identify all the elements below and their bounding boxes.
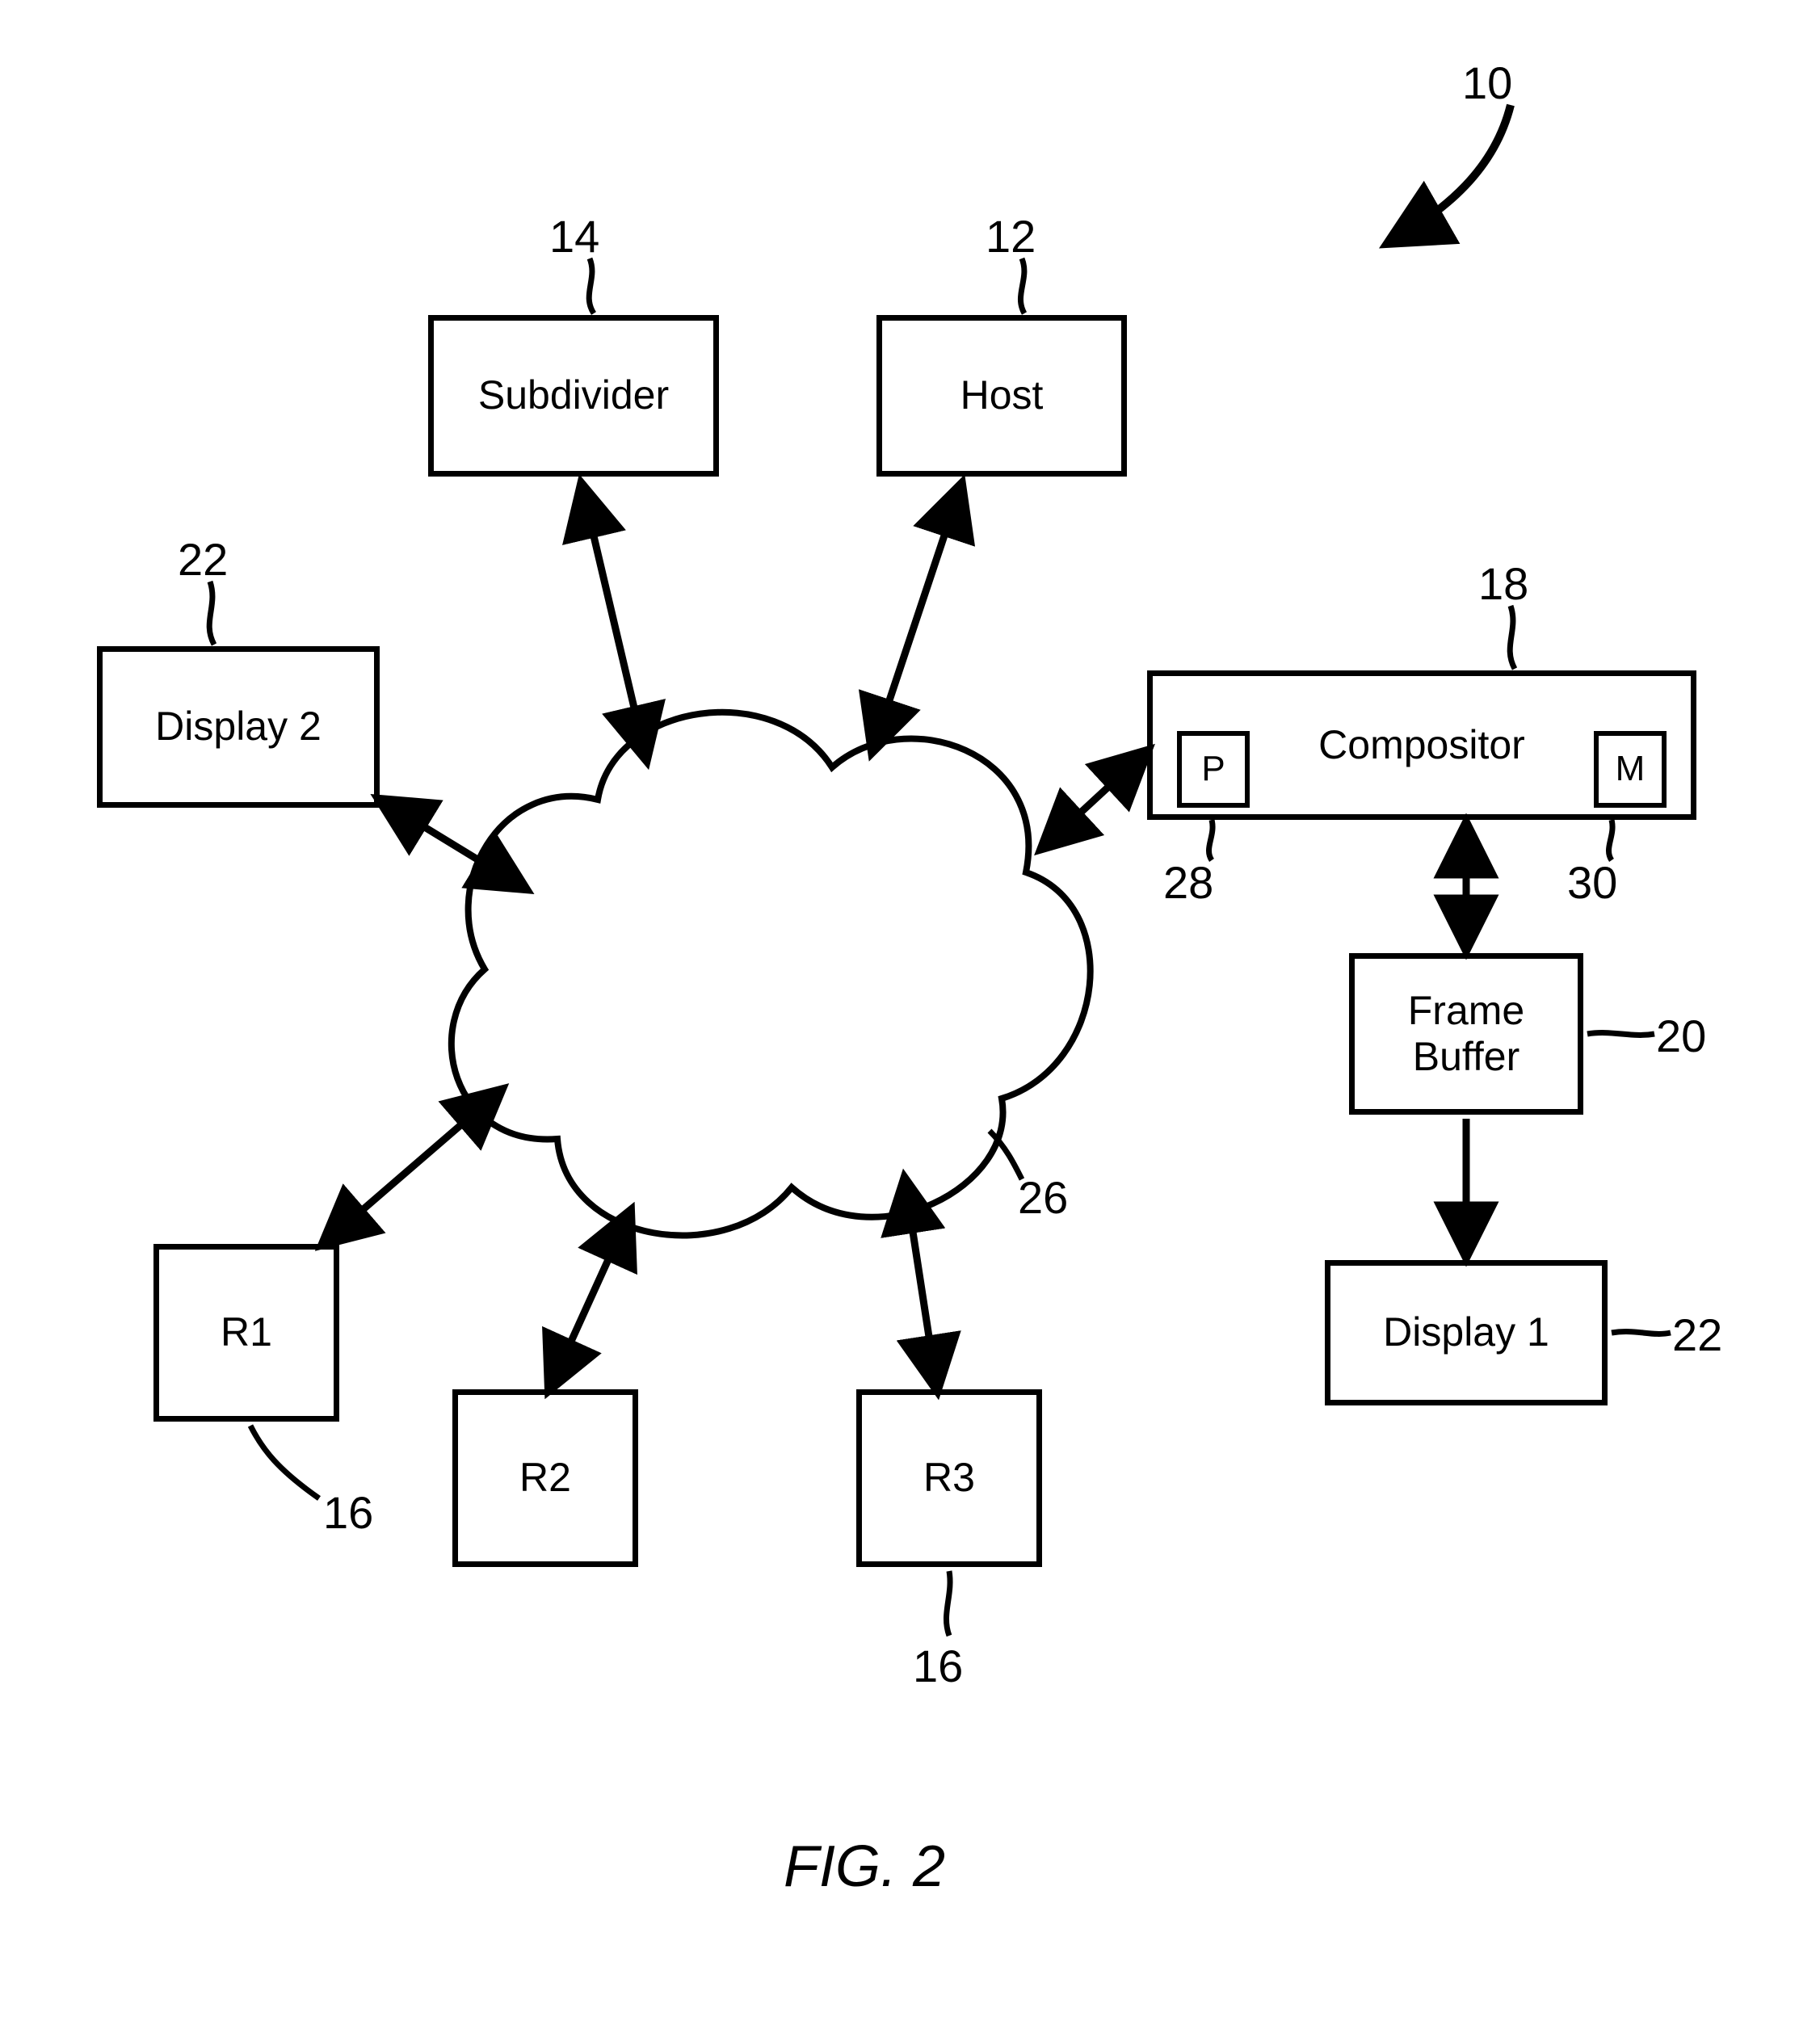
node-display1: Display 1 xyxy=(1325,1260,1608,1405)
leader-22b xyxy=(1612,1332,1671,1334)
leader-20 xyxy=(1587,1033,1654,1036)
arrow-display2-cloud xyxy=(380,800,525,889)
compositor-p: P xyxy=(1177,731,1250,808)
subdivider-label: Subdivider xyxy=(478,372,669,419)
leader-26 xyxy=(990,1131,1022,1179)
ref-compositor-p: 28 xyxy=(1163,856,1213,909)
node-display2: Display 2 xyxy=(97,646,380,808)
leader-16a xyxy=(250,1426,319,1498)
r2-label: R2 xyxy=(519,1455,571,1502)
display1-label: Display 1 xyxy=(1383,1309,1549,1356)
ref-compositor-m: 30 xyxy=(1567,856,1617,909)
ref-compositor: 18 xyxy=(1478,557,1528,610)
compositor-p-label: P xyxy=(1201,749,1225,790)
compositor-label: Compositor xyxy=(1318,722,1525,769)
leader-22a xyxy=(209,582,214,645)
leader-12 xyxy=(1020,258,1024,313)
node-host: Host xyxy=(876,315,1127,477)
ref-display1: 22 xyxy=(1672,1309,1722,1361)
ref-r1: 16 xyxy=(323,1486,373,1539)
compositor-m: M xyxy=(1594,731,1667,808)
leader-18 xyxy=(1510,606,1515,669)
ref-framebuf: 20 xyxy=(1656,1010,1706,1062)
ref-r3: 16 xyxy=(913,1640,963,1692)
compositor-m-label: M xyxy=(1616,749,1646,790)
r3-label: R3 xyxy=(923,1455,975,1502)
leader-16b xyxy=(946,1571,950,1636)
node-subdivider: Subdivider xyxy=(428,315,719,477)
framebuf-label: Frame Buffer xyxy=(1408,988,1524,1081)
display2-label: Display 2 xyxy=(155,704,322,750)
leader-14 xyxy=(589,258,594,313)
arrow-r3-cloud xyxy=(905,1179,937,1389)
node-r2: R2 xyxy=(452,1389,638,1567)
ref-internet: 26 xyxy=(1018,1171,1068,1224)
arrow-r1-cloud xyxy=(323,1090,501,1244)
internet-label: Internet xyxy=(646,961,800,1014)
node-framebuffer: Frame Buffer xyxy=(1349,953,1583,1115)
ref-overall: 10 xyxy=(1462,57,1512,109)
r1-label: R1 xyxy=(221,1309,272,1356)
leader-30 xyxy=(1608,820,1612,860)
ref-display2: 22 xyxy=(178,533,228,586)
ref-host: 12 xyxy=(986,210,1036,263)
node-r3: R3 xyxy=(856,1389,1042,1567)
arrow-subdivider-cloud xyxy=(582,485,646,759)
arrow-ref10 xyxy=(1389,105,1511,242)
diagram-stage: 10 Subdivider 14 Host 12 Display 2 22 In… xyxy=(0,0,1820,2025)
arrow-compositor-cloud xyxy=(1042,751,1147,848)
leader-28 xyxy=(1208,820,1213,860)
ref-subdivider: 14 xyxy=(549,210,599,263)
arrow-host-cloud xyxy=(872,485,961,751)
node-compositor: P Compositor M xyxy=(1147,670,1696,820)
figure-caption: FIG. 2 xyxy=(784,1834,945,1900)
arrow-r2-cloud xyxy=(549,1212,630,1389)
node-r1: R1 xyxy=(153,1244,339,1422)
host-label: Host xyxy=(960,372,1044,419)
